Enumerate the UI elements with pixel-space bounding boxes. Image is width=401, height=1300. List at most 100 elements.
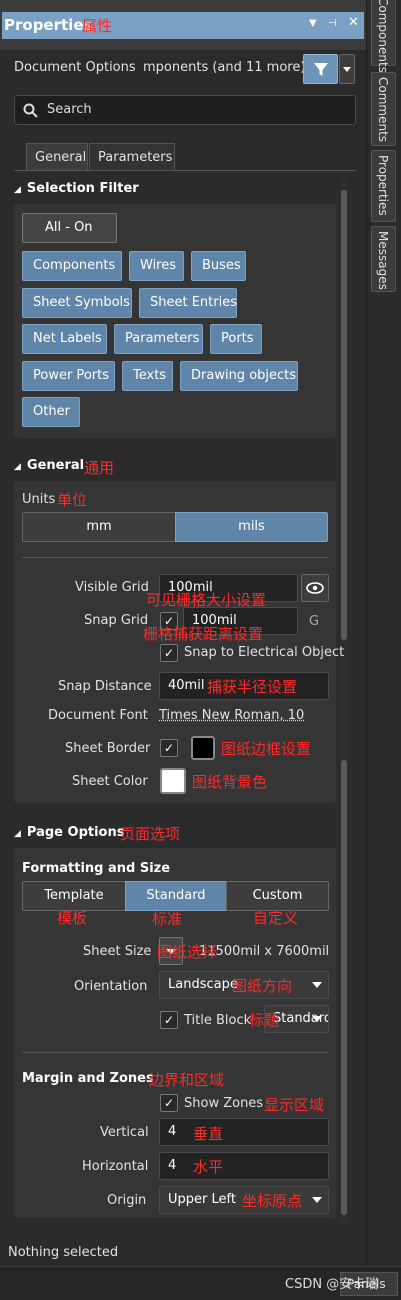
panel-title-bar: Properties 属性 ▼ ⊣ ✕: [0, 0, 366, 50]
filter-sheet-symbols-button[interactable]: Sheet Symbols: [22, 288, 132, 318]
chevron-down-icon: [312, 982, 322, 988]
visibility-toggle-button[interactable]: [301, 574, 329, 602]
annotation-standard: 标准: [152, 910, 183, 928]
collapse-triangle-icon: ◢: [14, 185, 21, 195]
dock-tab-messages[interactable]: Messages: [371, 226, 396, 292]
sheet-border-label: Sheet Border: [65, 741, 151, 756]
tab-parameters[interactable]: Parameters: [89, 143, 175, 171]
show-zones-checkbox[interactable]: ✓: [160, 1094, 178, 1112]
filter-wires-button[interactable]: Wires: [129, 251, 184, 281]
filter-net-labels-button[interactable]: Net Labels: [22, 324, 107, 354]
filter-button[interactable]: [303, 54, 338, 84]
tab-general[interactable]: General: [26, 143, 88, 171]
visible-grid-label: Visible Grid: [75, 580, 149, 595]
dock-tab-components[interactable]: Components: [371, 0, 396, 73]
filter-sheet-entries-button[interactable]: Sheet Entries: [139, 288, 237, 318]
status-text: Nothing selected: [8, 1245, 119, 1260]
formatting-heading: Formatting and Size: [22, 861, 171, 876]
vertical-label: Vertical: [100, 1125, 149, 1140]
format-standard-button[interactable]: Standard: [125, 881, 227, 911]
scrollbar-thumb[interactable]: [341, 190, 347, 640]
scrollbar-thumb-lower[interactable]: [341, 760, 347, 1215]
vertical-input[interactable]: 4: [159, 1118, 329, 1146]
sheet-border-checkbox[interactable]: ✓: [160, 739, 178, 757]
sheet-size-value: 11500mil x 7600mil: [199, 944, 330, 959]
watermark: CSDN @安卡瑞: [285, 1277, 379, 1292]
units-mils-button[interactable]: mils: [175, 512, 328, 542]
close-icon[interactable]: ✕: [348, 15, 359, 30]
title-block-label: Title Block: [184, 1013, 252, 1028]
divider: [22, 1052, 328, 1053]
search-input[interactable]: Search: [14, 95, 356, 125]
button-label: Template: [44, 888, 104, 903]
pin-icon[interactable]: ⊣: [328, 18, 337, 29]
button-label: Buses: [202, 258, 241, 273]
annotation-orientation: 图纸方向: [232, 977, 293, 995]
snap-grid-shortcut: G: [309, 614, 320, 629]
field-value: 4: [168, 1158, 177, 1173]
search-icon: [23, 103, 38, 118]
button-label: Parameters: [125, 331, 200, 346]
collapse-triangle-icon: ◢: [14, 462, 21, 472]
filter-power-ports-button[interactable]: Power Ports: [22, 361, 115, 391]
annotation-visible-grid: 可见栅格大小设置: [146, 591, 267, 609]
filter-components-button[interactable]: Components: [22, 251, 122, 281]
button-label: Sheet Entries: [150, 295, 237, 310]
annotation-snap-grid: 栅格捕获距离设置: [143, 625, 264, 643]
annotation-sheet-color: 图纸背景色: [192, 773, 268, 791]
document-font-link[interactable]: Times New Roman, 10: [159, 708, 304, 723]
annotation-title: 属性: [82, 17, 113, 35]
all-on-button[interactable]: All - On: [22, 213, 117, 243]
dock-tab-label: Properties: [376, 155, 390, 216]
filter-parameters-button[interactable]: Parameters: [114, 324, 203, 354]
filter-ports-button[interactable]: Ports: [210, 324, 262, 354]
field-value: Upper Left: [168, 1192, 236, 1207]
filter-drawing-objects-button[interactable]: Drawing objects: [180, 361, 298, 391]
dock-tab-properties[interactable]: Properties: [371, 150, 396, 222]
annotation-units: 单位: [57, 491, 88, 509]
section-page-options[interactable]: ◢ Page Options: [14, 825, 124, 840]
annotation-template: 模板: [57, 909, 88, 927]
annotation-general: 通用: [84, 459, 115, 477]
snap-distance-label: Snap Distance: [58, 679, 152, 694]
dock-tab-comments[interactable]: Comments: [371, 72, 396, 146]
annotation-custom: 自定义: [253, 909, 299, 927]
filter-buses-button[interactable]: Buses: [191, 251, 246, 281]
annotation-page-options: 页面选项: [120, 825, 181, 843]
sheet-border-color-swatch[interactable]: [191, 736, 215, 760]
annotation-show-zones: 显示区域: [264, 1096, 325, 1114]
section-selection-filter[interactable]: ◢ Selection Filter: [14, 181, 139, 196]
snap-electrical-checkbox[interactable]: ✓: [160, 644, 178, 662]
panel-menu-icon[interactable]: ▼: [309, 18, 317, 29]
button-label: Drawing objects: [191, 368, 297, 383]
button-label: mils: [238, 519, 265, 534]
filter-other-button[interactable]: Other: [22, 397, 80, 427]
title-block-checkbox[interactable]: ✓: [160, 1011, 178, 1029]
annotation-sheet-size: 图纸选择: [157, 943, 218, 961]
section-general[interactable]: ◢ General: [14, 458, 84, 473]
filter-dropdown-button[interactable]: [339, 54, 355, 84]
snap-grid-label: Snap Grid: [84, 613, 149, 628]
dock-tab-label: Messages: [376, 231, 390, 290]
filter-icon: [314, 63, 328, 76]
search-placeholder: Search: [47, 102, 92, 117]
units-mm-button[interactable]: mm: [22, 512, 176, 542]
field-value: 4: [168, 1124, 177, 1139]
document-options-scope[interactable]: mponents (and 11 more): [143, 60, 305, 75]
sheet-color-swatch[interactable]: [160, 768, 186, 794]
document-font-label: Document Font: [48, 708, 148, 723]
button-label: Ports: [221, 331, 254, 346]
chevron-down-icon: [343, 67, 351, 72]
annotation-margin-zones: 边界和区域: [149, 1071, 225, 1089]
filter-texts-button[interactable]: Texts: [122, 361, 173, 391]
button-label: Custom: [252, 888, 303, 903]
document-options-label: Document Options: [14, 60, 136, 75]
annotation-vertical: 垂直: [193, 1125, 224, 1143]
button-label: Power Ports: [33, 368, 109, 383]
button-label: Net Labels: [33, 331, 102, 346]
button-label: All - On: [45, 220, 93, 235]
button-label: Wires: [140, 258, 177, 273]
chevron-down-icon: [312, 1197, 322, 1203]
horizontal-input[interactable]: 4: [159, 1152, 329, 1180]
button-label: Other: [33, 404, 70, 419]
